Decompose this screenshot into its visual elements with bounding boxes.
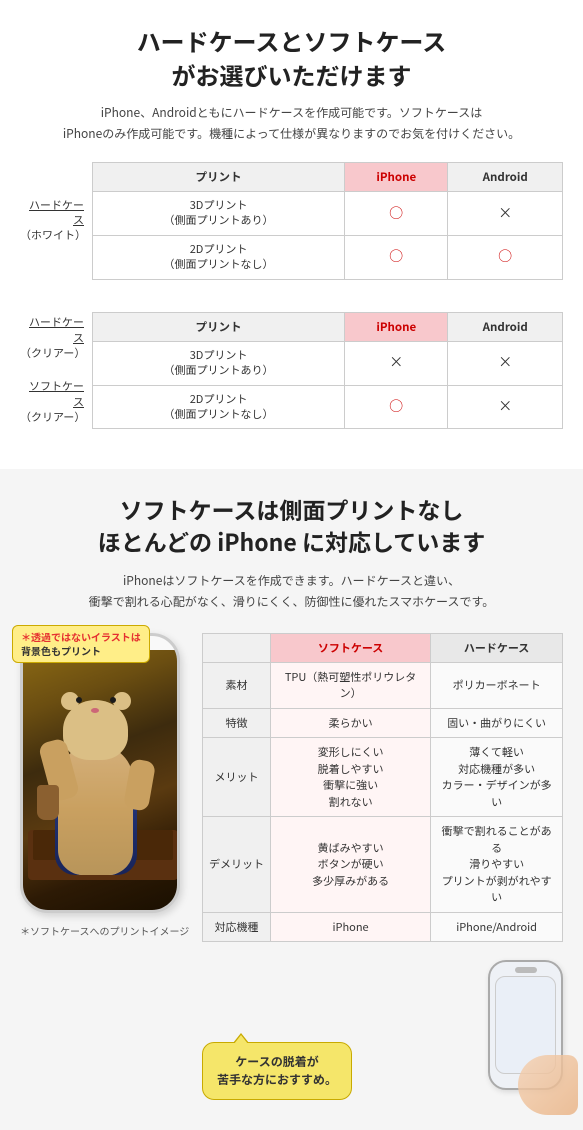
comp-row5-label: 対応機種 xyxy=(203,912,271,942)
comp-row2-label: 特徴 xyxy=(203,708,271,738)
phone-image-side: ＊透過ではないイラストは 背景色もプリント xyxy=(20,633,190,938)
comp-row4-soft: 黄ばみやすい ボタンが硬い 多少厚みがある xyxy=(271,817,431,913)
table2-row-label1: ハードケース（クリアー） xyxy=(20,315,84,361)
comparison-table: ソフトケース ハードケース 素材 TPU（熱可塑性ポリウレタン） ポリカーボネー… xyxy=(202,633,563,943)
table1-row2-android: ○ xyxy=(448,235,563,279)
hm-eye-r xyxy=(110,697,116,703)
table1-header-print: プリント xyxy=(93,162,345,191)
title-line2: がお選びいただけます xyxy=(172,57,412,92)
comp-row4-label: デメリット xyxy=(203,817,271,913)
table2-row2-print: 2Dプリント（側面プリントなし） xyxy=(93,385,345,429)
speech-line1: ケースの脱着が xyxy=(235,1053,318,1070)
table-row: 素材 TPU（熱可塑性ポリウレタン） ポリカーボネート xyxy=(203,662,563,708)
title-line1: ハードケースとソフトケース xyxy=(137,23,447,58)
table2-row1-print: 3Dプリント（側面プリントあり） xyxy=(93,341,345,385)
comp-header-soft: ソフトケース xyxy=(271,633,431,662)
comp-row2-hard: 固い・曲がりにくい xyxy=(431,708,563,738)
comp-row3-soft: 変形しにくい 脱着しやすい 衝撃に強い 割れない xyxy=(271,738,431,817)
table1-wrapper: ハードケース（ホワイト） プリント iPhone Android 3Dプリント（… xyxy=(20,162,563,280)
table2-header-iphone: iPhone xyxy=(345,312,448,341)
comp-table-side: ソフトケース ハードケース 素材 TPU（熱可塑性ポリウレタン） ポリカーボネー… xyxy=(202,633,563,1101)
table2-row1-iphone: × xyxy=(345,341,448,385)
speech-bubble: ケースの脱着が 苦手な方におすすめ。 xyxy=(202,1042,352,1100)
comp-row1-hard: ポリカーボネート xyxy=(431,662,563,708)
hand-holding xyxy=(518,1055,578,1115)
table2-wrapper: ハードケース（クリアー） ソフトケース（クリアー） プリント iPhone An… xyxy=(20,312,563,430)
comp-header-hard: ハードケース xyxy=(431,633,563,662)
phone-screen-content xyxy=(23,650,177,910)
speech-line2: 苦手な方におすすめ。 xyxy=(217,1071,337,1088)
table-row: 対応機種 iPhone iPhone/Android xyxy=(203,912,563,942)
table-row: 特徴 柔らかい 固い・曲がりにくい xyxy=(203,708,563,738)
section2-title-line2: ほとんどの iPhone に対応しています xyxy=(98,524,486,558)
table-row: 3Dプリント（側面プリントあり） × × xyxy=(93,341,563,385)
table-row: 2Dプリント（側面プリントなし） ○ × xyxy=(93,385,563,429)
hm-eye-l xyxy=(76,697,82,703)
table1: プリント iPhone Android 3Dプリント（側面プリントあり） ○ ×… xyxy=(92,162,563,280)
table-row: 2Dプリント（側面プリントなし） ○ ○ xyxy=(93,235,563,279)
table1-row1-iphone: ○ xyxy=(345,192,448,236)
comp-row3-hard: 薄くて軽い 対応機種が多い カラー・デザインが多い xyxy=(431,738,563,817)
comp-row2-soft: 柔らかい xyxy=(271,708,431,738)
sticker-line1: ＊透過ではないイラストは xyxy=(21,629,141,644)
table-row: デメリット 黄ばみやすい ボタンが硬い 多少厚みがある 衝撃で割れることがある … xyxy=(203,817,563,913)
table2: プリント iPhone Android 3Dプリント（側面プリントあり） × ×… xyxy=(92,312,563,430)
comparison-area: ＊透過ではないイラストは 背景色もプリント xyxy=(20,633,563,1101)
sticker-label: ＊透過ではないイラストは 背景色もプリント xyxy=(12,625,150,663)
sticker-line2: 背景色もプリント xyxy=(21,643,101,658)
table2-row-label2: ソフトケース（クリアー） xyxy=(20,379,84,425)
table2-header-print: プリント xyxy=(93,312,345,341)
table2-row1-android: × xyxy=(448,341,563,385)
section2-subtitle: iPhoneはソフトケースを作成できます。ハードケースと違い、 衝撃で割れる心配… xyxy=(20,570,563,613)
bottom-row: ケースの脱着が 苦手な方におすすめ。 xyxy=(202,950,563,1100)
comp-row5-soft: iPhone xyxy=(271,912,431,942)
hm-nose xyxy=(91,708,99,713)
table1-header-android: Android xyxy=(448,162,563,191)
comp-row3-label: メリット xyxy=(203,738,271,817)
phone-mockup xyxy=(20,633,180,913)
table-row: メリット 変形しにくい 脱着しやすい 衝撃に強い 割れない 薄くて軽い 対応機種… xyxy=(203,738,563,817)
clear-phone-image xyxy=(473,960,563,1100)
hm-pitcher xyxy=(37,785,59,820)
section2-title-line1: ソフトケースは側面プリントなし xyxy=(120,492,464,526)
table1-header-iphone: iPhone xyxy=(345,162,448,191)
table2-header-android: Android xyxy=(448,312,563,341)
section2: ソフトケースは側面プリントなし ほとんどの iPhone に対応しています iP… xyxy=(0,469,583,1130)
phone-caption: ＊ソフトケースへのプリントイメージ xyxy=(20,923,190,938)
comp-header-empty xyxy=(203,633,271,662)
clear-phone-notch xyxy=(515,967,537,973)
comp-row1-label: 素材 xyxy=(203,662,271,708)
table1-row-label1: ハードケース（ホワイト） xyxy=(20,198,84,244)
table2-left-labels: ハードケース（クリアー） ソフトケース（クリアー） xyxy=(20,312,92,430)
table-row: 3Dプリント（側面プリントあり） ○ × xyxy=(93,192,563,236)
section1: ハードケースとソフトケース がお選びいただけます iPhone、Androidと… xyxy=(0,0,583,469)
section2-title: ソフトケースは側面プリントなし ほとんどの iPhone に対応しています xyxy=(20,493,563,557)
comp-row4-hard: 衝撃で割れることがある 滑りやすい プリントが剥がれやすい xyxy=(431,817,563,913)
comp-row1-soft: TPU（熱可塑性ポリウレタン） xyxy=(271,662,431,708)
section1-title: ハードケースとソフトケース がお選びいただけます xyxy=(20,24,563,91)
table1-row2-iphone: ○ xyxy=(345,235,448,279)
table1-left-labels: ハードケース（ホワイト） xyxy=(20,162,92,280)
table1-row1-print: 3Dプリント（側面プリントあり） xyxy=(93,192,345,236)
comp-row5-hard: iPhone/Android xyxy=(431,912,563,942)
table2-row2-android: × xyxy=(448,385,563,429)
table1-row1-android: × xyxy=(448,192,563,236)
table1-row2-print: 2Dプリント（側面プリントなし） xyxy=(93,235,345,279)
table2-row2-iphone: ○ xyxy=(345,385,448,429)
section1-subtitle: iPhone、Androidともにハードケースを作成可能です。ソフトケースは i… xyxy=(20,103,563,144)
